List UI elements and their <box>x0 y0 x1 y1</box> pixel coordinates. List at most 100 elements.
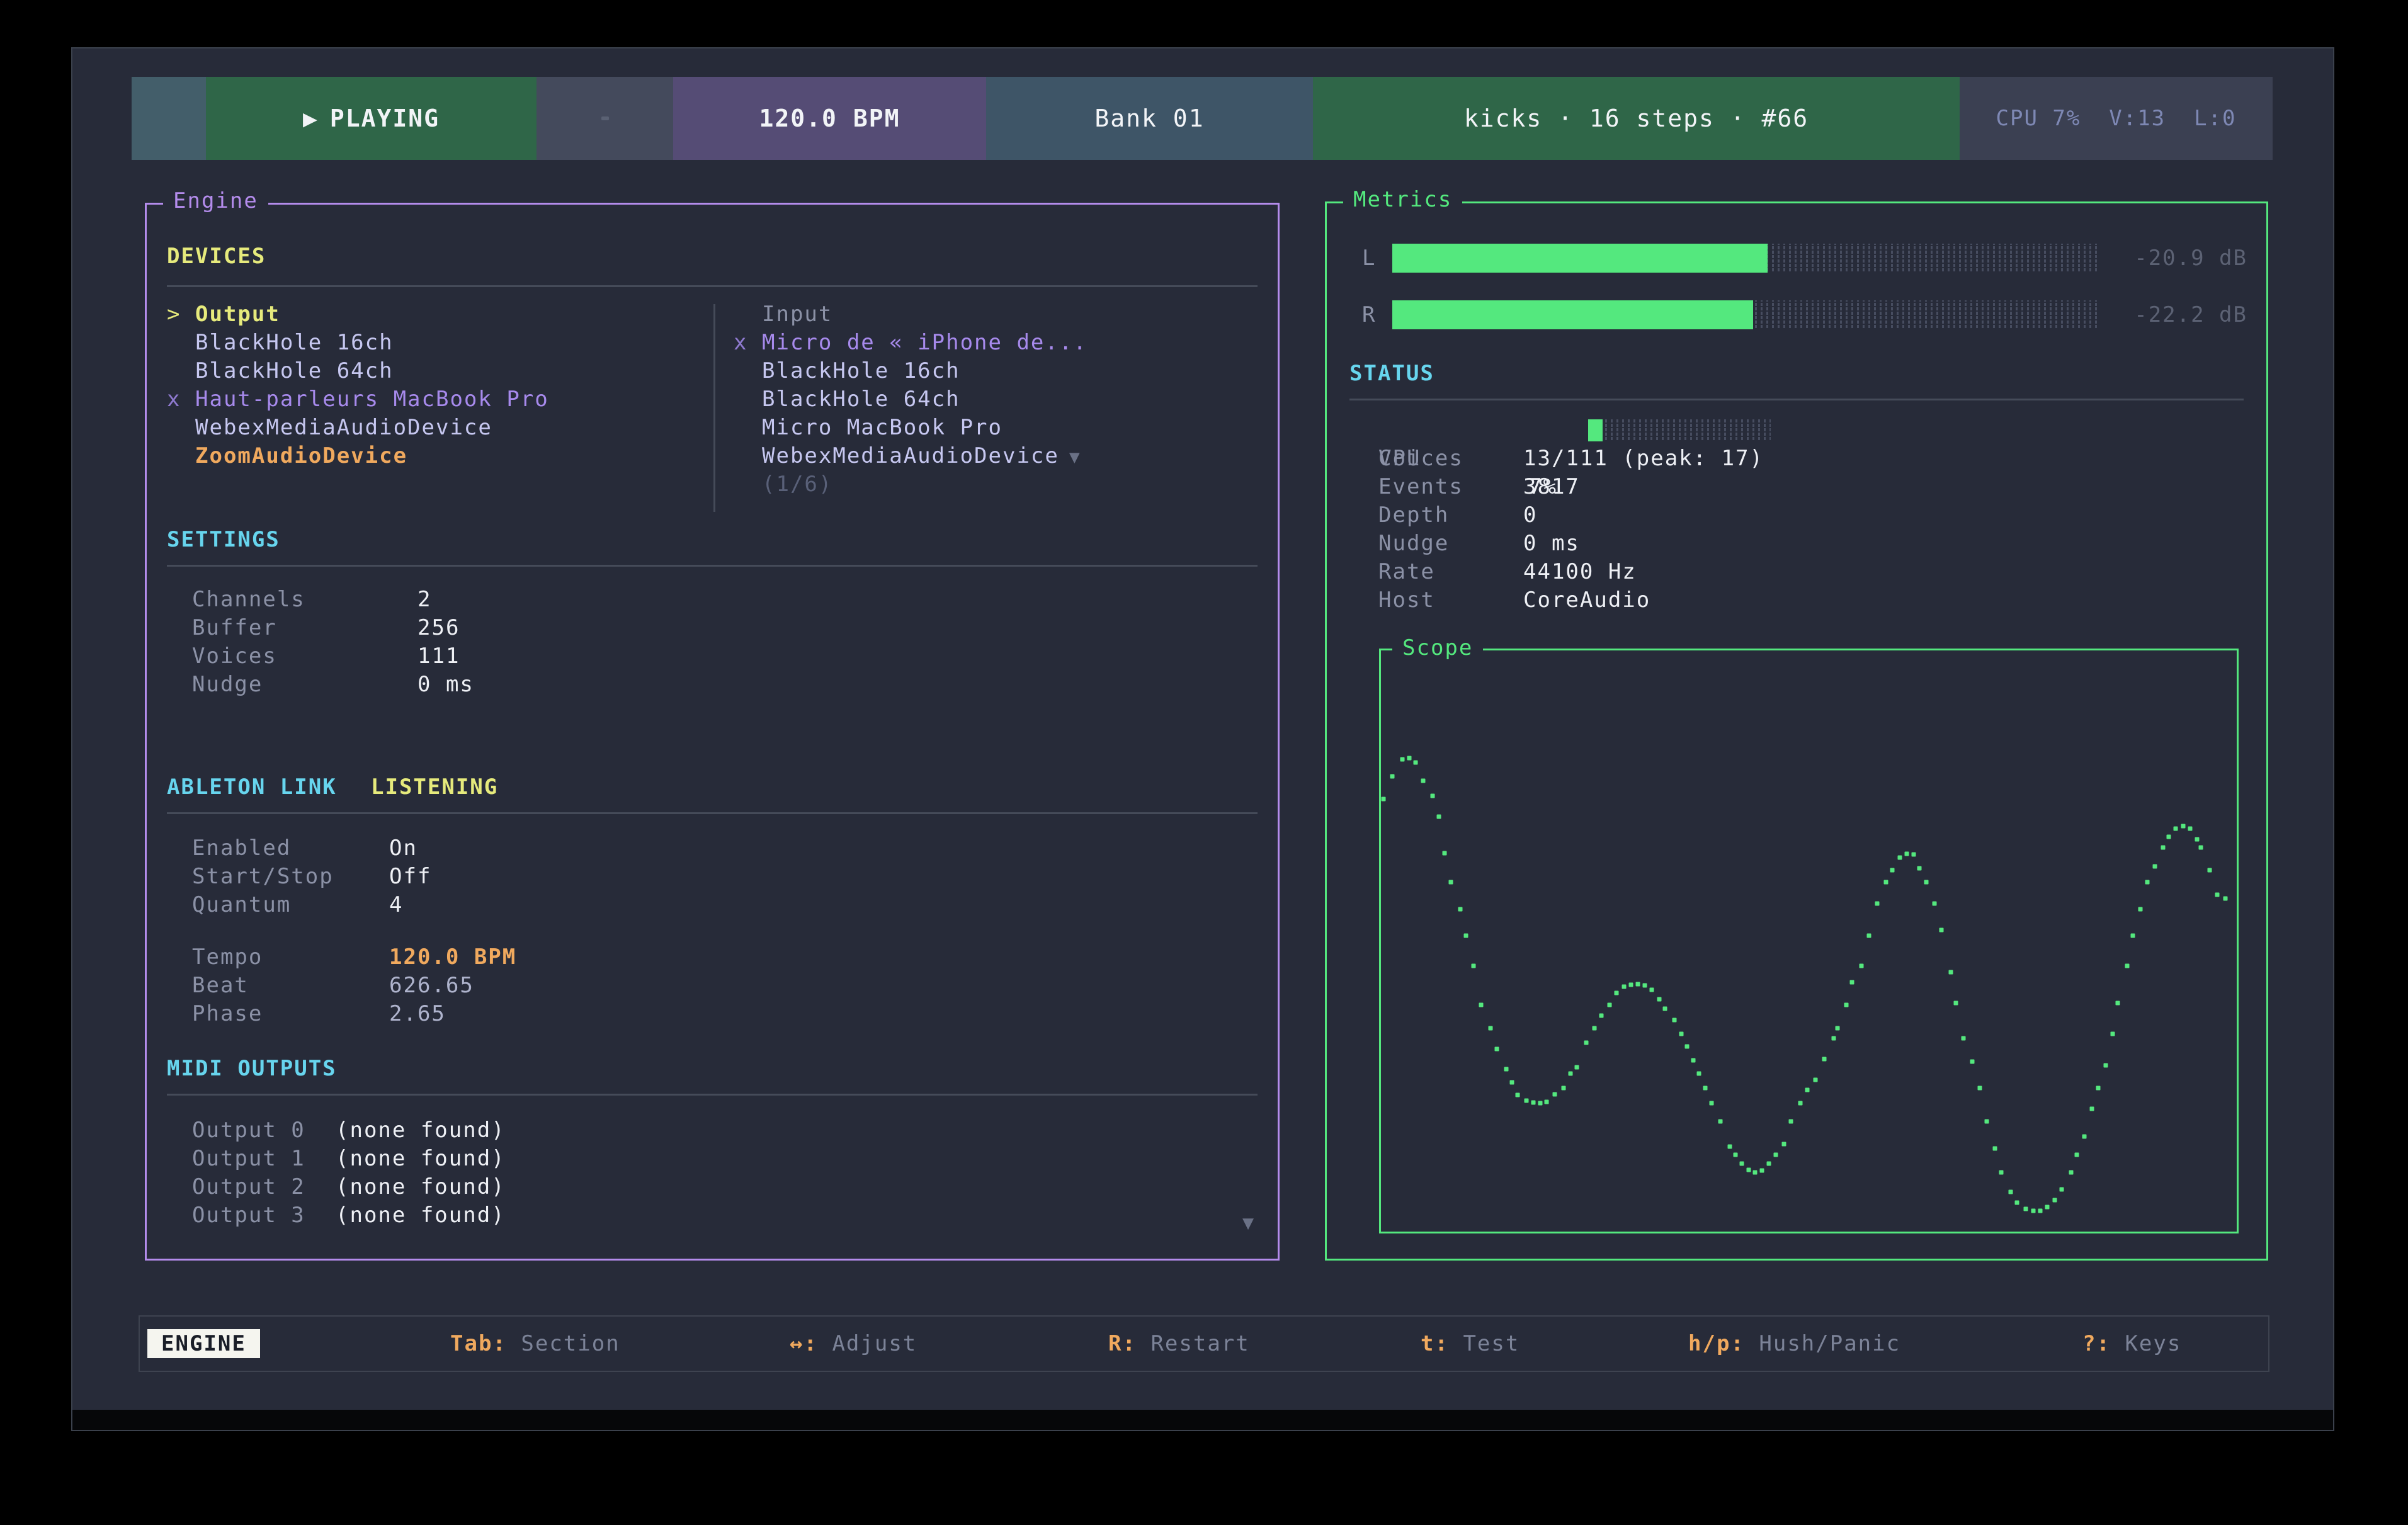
scope-data-point <box>1798 1101 1802 1105</box>
tempo-row: Tempo120.0 BPM <box>147 943 1278 972</box>
scope-data-point <box>2115 1001 2120 1006</box>
scope-data-point <box>1593 1026 1597 1030</box>
device-row[interactable]: BlackHole 16ch <box>167 329 708 357</box>
link-label: Quantum <box>192 891 291 919</box>
meter-track <box>1392 244 2100 273</box>
status-rows: CPU 7% Voices13/111 (peak: 17) Events381… <box>1327 416 2266 615</box>
scope-data-point <box>2096 1086 2100 1090</box>
scope-data-point <box>2131 934 2135 938</box>
link-label: Enabled <box>192 834 291 863</box>
setting-row: Nudge0 ms <box>147 671 1278 699</box>
scope-data-point <box>2008 1190 2013 1194</box>
beat-label: Beat <box>192 972 249 1000</box>
setting-value[interactable]: 111 <box>417 642 460 671</box>
phase-row: Phase2.65 <box>147 1000 1278 1028</box>
link-value[interactable]: Off <box>389 863 431 891</box>
device-row[interactable]: BlackHole 64ch <box>167 357 708 385</box>
link-row: Quantum 4 <box>147 891 1278 919</box>
link-value[interactable]: 4 <box>389 891 403 919</box>
status-row: HostCoreAudio <box>1327 586 2266 615</box>
divider <box>167 1094 1258 1096</box>
scope-data-point <box>1917 866 1922 871</box>
scope-data-point <box>1649 988 1654 992</box>
scope-data-point <box>1479 1003 1484 1007</box>
midi-value[interactable]: (none found) <box>336 1116 506 1145</box>
device-label: WebexMediaAudioDevice <box>762 443 1059 468</box>
scope-data-point <box>2173 827 2178 831</box>
engine-panel-title: Engine <box>163 188 268 213</box>
scope-data-point <box>2166 834 2171 839</box>
device-row-output-header[interactable]: >Output <box>167 300 708 329</box>
scope-data-point <box>1400 757 1404 762</box>
scope-data-point <box>1710 1101 1714 1105</box>
scope-data-point <box>1584 1040 1588 1045</box>
scope-data-point <box>2031 1208 2036 1213</box>
cpu-meter-fill <box>1588 419 1603 441</box>
device-row[interactable]: WebexMediaAudioDevice▼ <box>734 442 1250 470</box>
device-row-active[interactable]: xHaut-parleurs MacBook Pro <box>167 385 708 414</box>
status-label: Nudge <box>1378 530 1449 558</box>
scope-data-point <box>1782 1142 1786 1147</box>
top-bar: ▶PLAYING 120.0 BPM Bank 01 kicks · 16 st… <box>132 77 2273 160</box>
midi-value[interactable]: (none found) <box>336 1173 506 1201</box>
setting-value[interactable]: 2 <box>417 586 431 614</box>
device-label: BlackHole 16ch <box>195 330 394 355</box>
scope-data-point <box>2090 1106 2094 1111</box>
footer-bar: ENGINE Tab Section ↔ Adjust R Restart t … <box>139 1315 2269 1372</box>
status-label: Depth <box>1378 501 1449 530</box>
device-row-highlight[interactable]: ZoomAudioDevice <box>167 442 708 470</box>
setting-value[interactable]: 256 <box>417 614 460 642</box>
hint-label: Keys <box>2125 1331 2181 1356</box>
scope-data-point <box>1805 1088 1809 1092</box>
status-row: Rate44100 Hz <box>1327 558 2266 586</box>
midi-value[interactable]: (none found) <box>336 1145 506 1173</box>
scope-data-point <box>2110 1031 2115 1036</box>
device-row[interactable]: WebexMediaAudioDevice <box>167 414 708 442</box>
link-row: Enabled On <box>147 834 1278 863</box>
scope-data-point <box>2181 824 2185 829</box>
link-label: Start/Stop <box>192 863 334 891</box>
device-row[interactable]: Micro MacBook Pro <box>734 414 1250 442</box>
scope-data-point <box>2075 1152 2079 1157</box>
scope-data-point <box>1448 880 1453 885</box>
hint-key: t <box>1421 1331 1449 1356</box>
tempo-value[interactable]: 120.0 BPM <box>389 943 516 972</box>
hint-restart: R Restart <box>1108 1317 1250 1371</box>
midi-row: Output 0(none found) <box>147 1116 1278 1145</box>
separator-dot-icon <box>601 116 609 120</box>
device-label: Micro de « iPhone de... <box>762 330 1088 355</box>
link-row: Start/Stop Off <box>147 863 1278 891</box>
setting-row: Channels2 <box>147 586 1278 614</box>
scope-data-point <box>1657 997 1661 1001</box>
hint-label: Test <box>1463 1331 1519 1356</box>
output-device-list: >Output BlackHole 16ch BlackHole 64ch xH… <box>167 300 708 470</box>
scope-data-point <box>2195 837 2199 841</box>
scope-data-point <box>2161 846 2165 850</box>
scope-data-point <box>1414 760 1418 764</box>
tempo-rows: Tempo120.0 BPM Beat 626.65 Phase2.65 <box>147 943 1278 1028</box>
link-value[interactable]: On <box>389 834 417 863</box>
scope-data-point <box>1635 982 1640 987</box>
scope-data-point <box>2188 827 2192 831</box>
scope-data-point <box>1390 774 1394 778</box>
beat-value: 626.65 <box>389 972 474 1000</box>
device-row[interactable]: BlackHole 64ch <box>734 385 1250 414</box>
scope-data-point <box>1978 1086 1982 1090</box>
midi-value[interactable]: (none found) <box>336 1201 506 1230</box>
setting-value[interactable]: 0 ms <box>417 671 474 699</box>
device-row[interactable]: BlackHole 16ch <box>734 357 1250 385</box>
scope-data-point <box>1685 1044 1690 1048</box>
status-row: Nudge0 ms <box>1327 530 2266 558</box>
scope-plot <box>1383 653 2234 1229</box>
status-label: Voices <box>1378 445 1463 473</box>
scope-data-point <box>1562 1086 1566 1090</box>
scope-data-point <box>1962 1036 1966 1041</box>
device-row-active[interactable]: xMicro de « iPhone de... <box>734 329 1250 357</box>
scope-data-point <box>1552 1092 1557 1096</box>
scope-data-point <box>2024 1206 2028 1211</box>
scope-data-point <box>1850 980 1854 985</box>
scope-data-point <box>1734 1152 1738 1157</box>
scope-data-point <box>1691 1058 1695 1062</box>
mode-badge-engine[interactable]: ENGINE <box>147 1329 260 1358</box>
scope-data-point <box>1814 1078 1818 1082</box>
